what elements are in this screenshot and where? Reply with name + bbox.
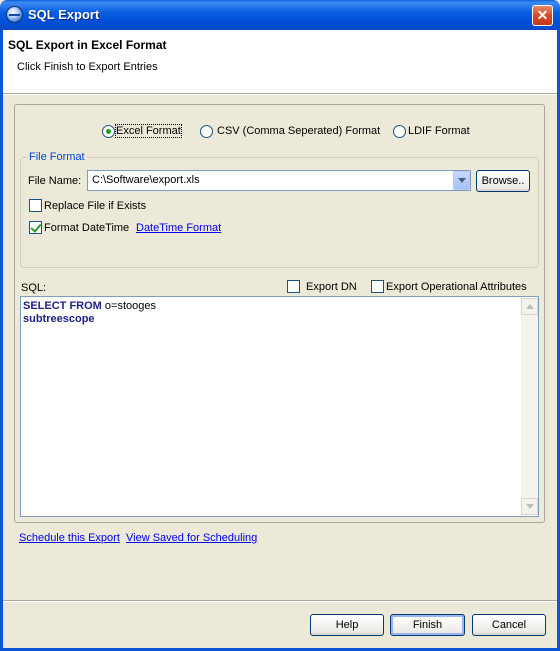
sql-line-1-rest: o=stooges xyxy=(101,300,156,312)
sql-line-1[interactable]: SELECT FROM o=stooges xyxy=(23,300,156,312)
format-datetime-checkbox[interactable] xyxy=(29,221,42,234)
header-divider xyxy=(3,93,557,95)
sql-line-2[interactable]: subtreescope xyxy=(23,313,95,325)
excel-format-radio[interactable] xyxy=(102,125,115,138)
window-title: SQL Export xyxy=(28,7,100,22)
export-operational-checkbox[interactable] xyxy=(371,280,384,293)
schedule-export-link[interactable]: Schedule this Export xyxy=(19,532,120,544)
scroll-down-icon[interactable] xyxy=(521,498,538,515)
ldif-format-radio[interactable] xyxy=(393,125,406,138)
sql-label: SQL: xyxy=(21,282,47,294)
header-subtitle: Click Finish to Export Entries xyxy=(17,61,158,73)
export-dn-checkbox[interactable] xyxy=(287,280,300,293)
replace-file-checkbox[interactable] xyxy=(29,199,42,212)
scroll-up-icon[interactable] xyxy=(521,298,538,315)
file-name-value[interactable]: C:\Software\export.xls xyxy=(92,174,200,186)
header-title: SQL Export in Excel Format xyxy=(8,38,167,52)
export-dn-label[interactable]: Export DN xyxy=(306,281,357,293)
csv-format-radio[interactable] xyxy=(200,125,213,138)
browse-button[interactable]: Browse.. xyxy=(476,170,530,192)
export-operational-label[interactable]: Export Operational Attributes xyxy=(386,281,527,293)
sql-scrollbar[interactable] xyxy=(521,298,538,515)
button-bar-divider xyxy=(3,600,557,602)
csv-format-label[interactable]: CSV (Comma Seperated) Format xyxy=(217,125,380,137)
file-name-label: File Name: xyxy=(28,175,82,187)
datetime-format-link[interactable]: DateTime Format xyxy=(136,222,221,234)
finish-button[interactable]: Finish xyxy=(390,614,465,636)
ldif-format-label[interactable]: LDIF Format xyxy=(408,125,470,137)
replace-file-label[interactable]: Replace File if Exists xyxy=(44,200,146,212)
sql-keyword-select: SELECT FROM xyxy=(23,300,102,312)
file-format-legend: File Format xyxy=(27,151,87,163)
excel-format-label[interactable]: Excel Format xyxy=(115,124,182,138)
combo-dropdown-button[interactable] xyxy=(453,171,470,190)
close-button[interactable]: ✕ xyxy=(532,5,553,26)
sql-editor[interactable] xyxy=(20,296,539,517)
view-saved-link[interactable]: View Saved for Scheduling xyxy=(126,532,257,544)
app-globe-icon xyxy=(6,6,23,23)
format-datetime-label[interactable]: Format DateTime xyxy=(44,222,129,234)
cancel-button[interactable]: Cancel xyxy=(472,614,546,636)
help-button[interactable]: Help xyxy=(310,614,384,636)
